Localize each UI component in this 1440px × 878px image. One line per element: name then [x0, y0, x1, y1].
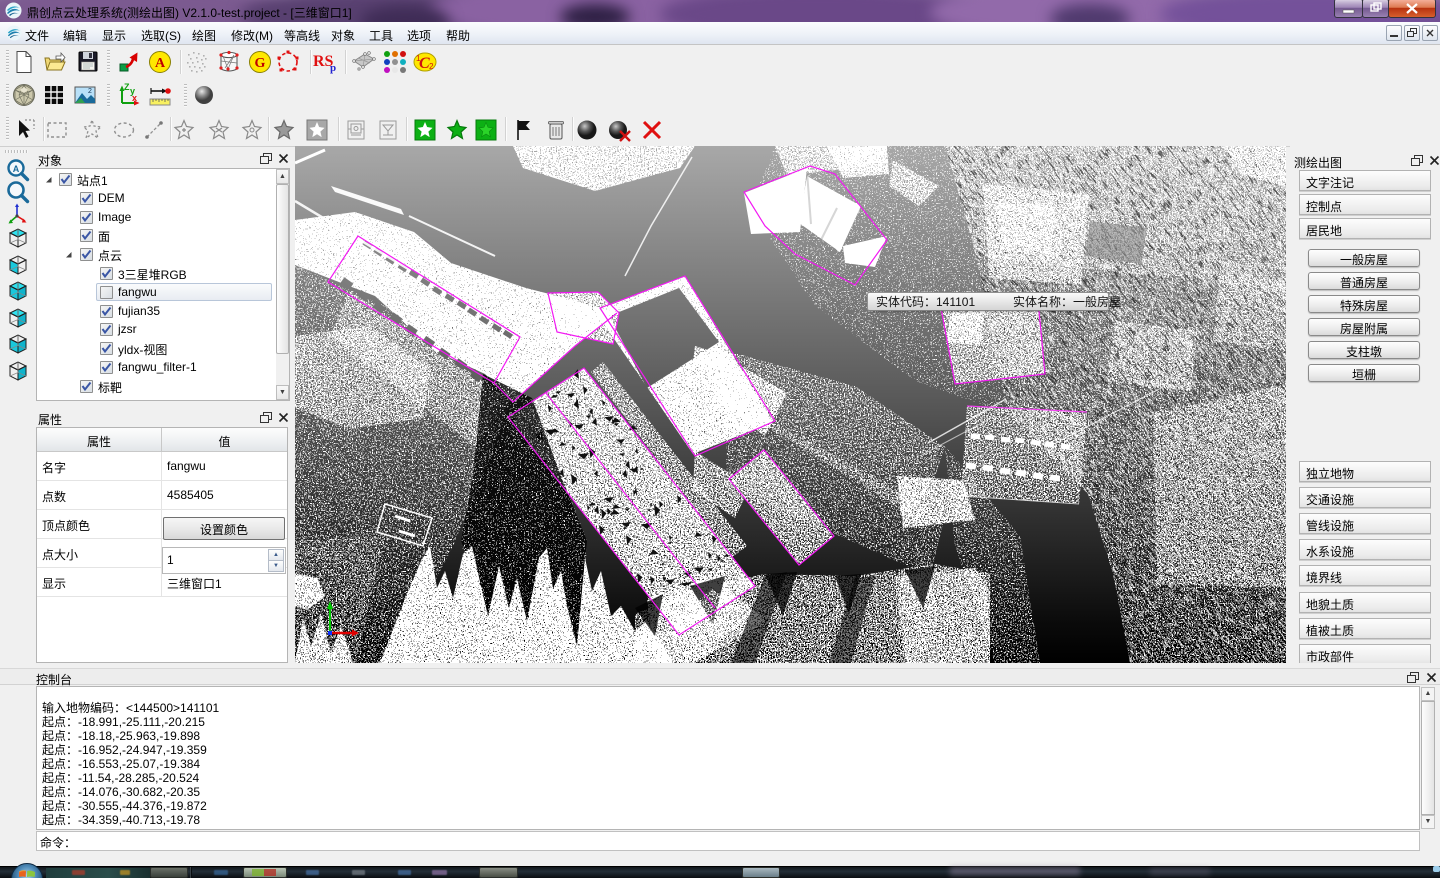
svg-text:实体代码：141101: 实体代码：141101: [876, 294, 975, 309]
svg-text:2: 2: [88, 88, 92, 95]
svg-text:p: p: [330, 62, 336, 74]
svg-text:A: A: [155, 56, 166, 71]
svg-text:x: x: [132, 93, 137, 103]
svg-text:2: 2: [429, 62, 434, 71]
svg-text:1: 1: [416, 54, 421, 63]
svg-text:A: A: [13, 164, 20, 174]
svg-text:实体名称：一般房屋: 实体名称：一般房屋: [1013, 294, 1121, 309]
svg-text:G: G: [255, 56, 266, 71]
